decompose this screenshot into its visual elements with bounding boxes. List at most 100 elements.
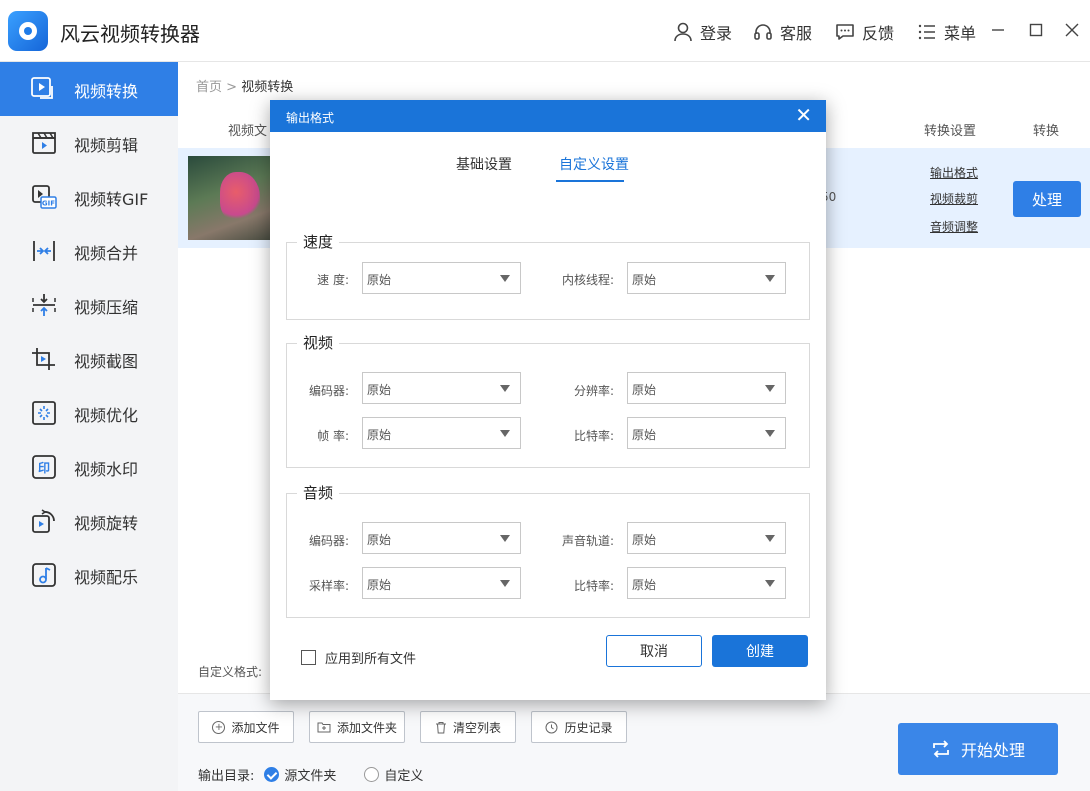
speed-group: 速度 速 度: 原始 内核线程: 原始: [286, 231, 810, 320]
sidebar-item-label: 视频水印: [74, 460, 139, 479]
radio-custom-folder[interactable]: 自定义: [364, 765, 423, 784]
framerate-label: 帧 率:: [317, 429, 349, 443]
chevron-down-icon: [500, 275, 510, 282]
output-format-dialog: 输出格式 ✕ 基础设置 自定义设置 速度 速 度: 原始 内核线程: 原始 视频…: [270, 100, 826, 700]
chevron-down-icon: [765, 430, 775, 437]
audio-bitrate-select[interactable]: 原始: [627, 567, 786, 599]
service-button[interactable]: 客服: [752, 20, 812, 44]
dialog-close-button[interactable]: ✕: [795, 105, 812, 125]
apply-all-checkbox[interactable]: 应用到所有文件: [301, 648, 416, 667]
sidebar-item-video-convert[interactable]: 视频转换: [0, 62, 178, 116]
tab-basic-settings[interactable]: 基础设置: [456, 154, 512, 174]
sidebar-item-video-gif[interactable]: GIF 视频转GIF: [0, 170, 178, 224]
feedback-label: 反馈: [862, 24, 895, 43]
cancel-button[interactable]: 取消: [606, 635, 702, 667]
output-format-link[interactable]: 输出格式: [930, 164, 978, 181]
video-encoder-label: 编码器:: [308, 384, 349, 398]
login-button[interactable]: 登录: [672, 20, 732, 44]
video-crop-link[interactable]: 视频裁剪: [930, 190, 978, 207]
audio-group: 音频 编码器: 原始 声音轨道: 原始 采样率: 原始 比特率: 原始: [286, 482, 810, 618]
app-logo-icon: [8, 11, 48, 51]
radio-source-folder[interactable]: 源文件夹: [264, 765, 336, 784]
video-encoder-select[interactable]: 原始: [362, 372, 521, 404]
clapperboard-icon: [32, 132, 56, 154]
audio-bitrate-label: 比特率:: [573, 579, 614, 593]
tab-custom-settings[interactable]: 自定义设置: [559, 154, 629, 174]
audio-adjust-link[interactable]: 音频调整: [930, 218, 978, 235]
speed-label: 速 度:: [317, 273, 349, 287]
sidebar-item-label: 视频压缩: [74, 298, 139, 317]
bottom-toolbar: + 添加文件 添加文件夹 清空列表 历史记录 输出目录: 源文件夹 自定义 开始…: [178, 693, 1090, 791]
menu-label: 菜单: [944, 24, 977, 43]
channel-label: 声音轨道:: [561, 534, 614, 548]
chevron-down-icon: [500, 430, 510, 437]
audio-encoder-label: 编码器:: [308, 534, 349, 548]
channel-select[interactable]: 原始: [627, 522, 786, 554]
feedback-button[interactable]: 反馈: [834, 20, 894, 44]
sidebar-item-video-merge[interactable]: 视频合并: [0, 224, 178, 278]
sidebar-item-label: 视频旋转: [74, 514, 139, 533]
sidebar-item-label: 视频配乐: [74, 568, 139, 587]
maximize-button[interactable]: [1026, 20, 1046, 40]
column-header-convert: 转换: [1033, 124, 1060, 139]
sidebar-item-video-music[interactable]: 视频配乐: [0, 548, 178, 602]
history-label: 历史记录: [564, 720, 613, 735]
video-group: 视频 编码器: 原始 分辨率: 原始 帧 率: 原始 比特率: 原始: [286, 332, 810, 468]
audio-encoder-select[interactable]: 原始: [362, 522, 521, 554]
radio-source-label: 源文件夹: [284, 769, 337, 784]
sidebar-item-label: 视频转换: [74, 82, 139, 101]
sidebar-item-video-optimize[interactable]: 视频优化: [0, 386, 178, 440]
convert-arrows-icon: [933, 740, 949, 758]
maximize-icon: [1029, 23, 1043, 37]
svg-text:印: 印: [38, 461, 50, 475]
close-window-button[interactable]: [1062, 20, 1082, 40]
resolution-select[interactable]: 原始: [627, 372, 786, 404]
samplerate-select[interactable]: 原始: [362, 567, 521, 599]
radio-unchecked-icon: [364, 767, 380, 782]
clear-list-button[interactable]: 清空列表: [420, 711, 516, 743]
breadcrumb-home[interactable]: 首页: [196, 80, 222, 95]
threads-value: 原始: [632, 273, 657, 287]
video-bitrate-select[interactable]: 原始: [627, 417, 786, 449]
output-directory: 输出目录: 源文件夹 自定义: [198, 765, 423, 784]
menu-button[interactable]: 菜单: [916, 20, 976, 44]
sidebar-item-video-rotate[interactable]: 视频旋转: [0, 494, 178, 548]
speed-select[interactable]: 原始: [362, 262, 521, 294]
sidebar-item-video-watermark[interactable]: 印 视频水印: [0, 440, 178, 494]
watermark-icon: 印: [32, 455, 56, 479]
audio-group-title: 音频: [297, 482, 340, 503]
clear-list-label: 清空列表: [452, 720, 501, 735]
add-file-button[interactable]: + 添加文件: [198, 711, 294, 743]
sidebar-item-label: 视频截图: [74, 352, 139, 371]
threads-select[interactable]: 原始: [627, 262, 786, 294]
active-tab-underline: [556, 180, 624, 182]
process-button[interactable]: 处理: [1013, 181, 1081, 217]
video-bitrate-label: 比特率:: [573, 429, 614, 443]
start-process-button[interactable]: 开始处理: [898, 723, 1058, 775]
folder-plus-icon: [317, 722, 331, 733]
sidebar-item-video-compress[interactable]: 视频压缩: [0, 278, 178, 332]
output-dir-label: 输出目录:: [198, 769, 255, 784]
add-folder-button[interactable]: 添加文件夹: [309, 711, 405, 743]
create-button[interactable]: 创建: [712, 635, 808, 667]
music-icon: [32, 563, 56, 587]
sidebar-item-label: 视频合并: [74, 244, 139, 263]
sidebar-item-video-edit[interactable]: 视频剪辑: [0, 116, 178, 170]
framerate-select[interactable]: 原始: [362, 417, 521, 449]
custom-format-label: 自定义格式:: [198, 665, 263, 679]
headset-icon: [754, 24, 772, 40]
compress-icon: [32, 294, 56, 316]
chevron-down-icon: [500, 580, 510, 587]
sidebar-item-label: 视频剪辑: [74, 136, 139, 155]
apply-all-label: 应用到所有文件: [325, 652, 417, 667]
sidebar-item-video-screenshot[interactable]: 视频截图: [0, 332, 178, 386]
resolution-value: 原始: [632, 383, 657, 397]
chat-bubble-icon: [836, 24, 854, 40]
close-icon: [1065, 23, 1079, 37]
dialog-title: 输出格式: [286, 111, 335, 125]
history-button[interactable]: 历史记录: [531, 711, 627, 743]
sparkle-icon: [32, 401, 56, 425]
minimize-button[interactable]: [988, 20, 1008, 40]
rotate-icon: [32, 509, 55, 533]
threads-label: 内核线程:: [561, 273, 614, 287]
